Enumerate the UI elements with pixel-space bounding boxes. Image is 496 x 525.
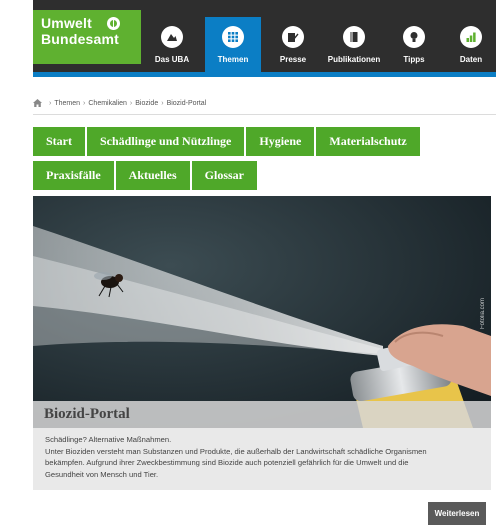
grid-icon xyxy=(222,26,244,48)
nav-item-das-uba[interactable]: Das UBA xyxy=(150,17,194,72)
section-menu-row-1: Start Schädlinge und Nützlinge Hygiene M… xyxy=(33,127,422,156)
nav-item-presse[interactable]: Presse xyxy=(271,17,315,72)
globe-icon xyxy=(107,17,120,30)
menu-item-glossar[interactable]: Glossar xyxy=(191,161,257,190)
main-nav: Das UBA Themen Presse Publikationen Tipp… xyxy=(150,17,496,72)
nav-label: Das UBA xyxy=(154,55,190,64)
breadcrumb-item-current: Biozid-Portal xyxy=(166,99,207,107)
breadcrumb-item-themen[interactable]: Themen xyxy=(54,100,80,107)
teaser-line-1: Unter Bioziden versteht man Substanzen u… xyxy=(45,446,427,456)
header-accent-bar xyxy=(33,72,496,77)
breadcrumb-separator: › xyxy=(129,99,133,107)
logo-line-1: Umwelt xyxy=(41,15,92,31)
nav-label: Themen xyxy=(217,55,249,64)
breadcrumb-separator: › xyxy=(161,99,164,107)
breadcrumb-separator: › xyxy=(49,99,52,107)
spray-fly-illustration xyxy=(33,196,491,428)
nav-label: Publikationen xyxy=(327,55,381,64)
breadcrumb: › Themen › Chemikalien › Biozide › Biozi… xyxy=(33,99,206,107)
nav-label: Tipps xyxy=(403,55,425,64)
menu-item-start[interactable]: Start xyxy=(33,127,85,156)
teaser-text: Schädlinge? Alternative Maßnahmen. Unter… xyxy=(33,428,491,490)
lightbulb-icon xyxy=(403,26,425,48)
logo-line-2: Bundesamt xyxy=(41,31,120,47)
hero-title: Biozid-Portal xyxy=(44,406,130,422)
read-more-button[interactable]: Weiterlesen xyxy=(428,502,486,525)
site-header: Umwelt Bundesamt Das UBA Themen Presse P… xyxy=(33,0,496,72)
teaser-line-3: Gesundheit von Mensch und Tier. xyxy=(45,469,159,479)
menu-item-materialschutz[interactable]: Materialschutz xyxy=(316,127,420,156)
nav-item-tipps[interactable]: Tipps xyxy=(392,17,436,72)
breadcrumb-separator: › xyxy=(83,99,86,107)
breadcrumb-item-chemikalien[interactable]: Chemikalien xyxy=(88,100,127,107)
menu-item-hygiene[interactable]: Hygiene xyxy=(246,127,315,156)
landscape-icon xyxy=(161,26,183,48)
teaser-headline: Schädlinge? Alternative Maßnahmen. xyxy=(45,435,172,444)
nav-label: Presse xyxy=(279,55,307,64)
pen-paper-icon xyxy=(282,26,304,48)
nav-item-daten[interactable]: Daten xyxy=(449,17,493,72)
home-icon[interactable] xyxy=(33,99,42,107)
nav-item-publikationen[interactable]: Publikationen xyxy=(326,17,382,72)
nav-label: Daten xyxy=(459,55,483,64)
divider xyxy=(33,114,496,115)
breadcrumb-item-biozide[interactable]: Biozide xyxy=(135,100,158,107)
menu-item-schaedlinge[interactable]: Schädlinge und Nützlinge xyxy=(87,127,245,156)
menu-item-aktuelles[interactable]: Aktuelles xyxy=(115,161,190,190)
hero-image: Fotolia.com Biozid-Portal xyxy=(33,196,491,428)
menu-item-praxisfaelle[interactable]: Praxisfälle xyxy=(33,161,114,190)
hero-title-bar: Biozid-Portal xyxy=(33,401,491,428)
nav-item-themen[interactable]: Themen xyxy=(205,17,261,72)
uba-logo[interactable]: Umwelt Bundesamt xyxy=(33,10,141,64)
bar-chart-icon xyxy=(460,26,482,48)
book-icon xyxy=(343,26,365,48)
teaser-line-2: bekämpfen. Aufgrund ihrer Zweckbestimmun… xyxy=(45,458,409,467)
section-menu-row-2: Praxisfälle Aktuelles Glossar xyxy=(33,161,259,190)
photo-credit: Fotolia.com xyxy=(480,298,486,330)
